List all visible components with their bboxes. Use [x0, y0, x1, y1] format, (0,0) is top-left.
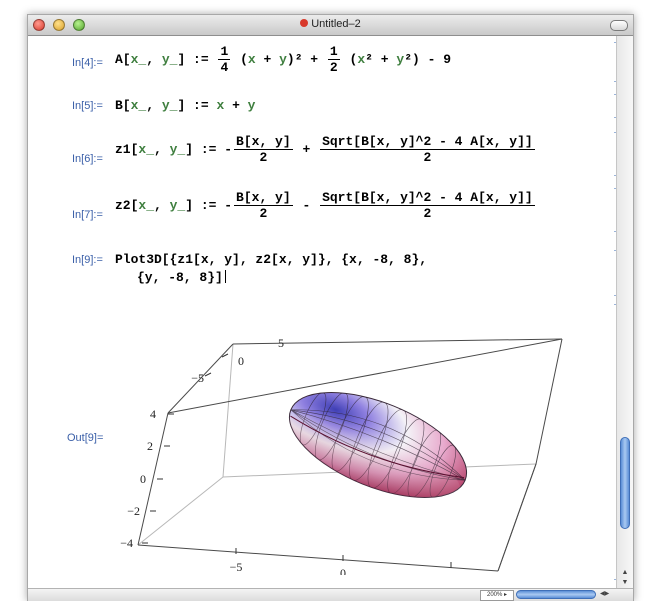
notebook-content[interactable]: In[4]:= A[x_, y_] := 14 (x + y)² + 12 (x… [28, 36, 616, 588]
plot3d-line1: Plot3D[{z1[x, y], z2[x, y]}, {x, -8, 8}, [115, 252, 428, 267]
code-token: y_ [161, 51, 178, 67]
fraction-denominator: 2 [329, 60, 338, 75]
code-token: x_ [130, 51, 147, 67]
fraction-denominator: 2 [423, 206, 432, 221]
z-tick-label: −4 [120, 536, 133, 550]
text-cursor [224, 270, 226, 283]
z-tick-label: 0 [140, 472, 146, 486]
x-tick-label: 0 [340, 566, 346, 575]
code-token: y_ [161, 98, 178, 113]
code-token: + [294, 141, 319, 157]
cell-label-in4: In[4]:= [72, 57, 103, 69]
cell-label-in9: In[9]:= [72, 254, 103, 266]
cell-label-in5: In[5]:= [72, 100, 103, 112]
z-tick-label: 2 [147, 439, 153, 453]
fraction-denominator: 2 [259, 150, 268, 165]
code-token: x_ [138, 141, 155, 157]
fraction: Sqrt[B[x, y]^2 - 4 A[x, y]] 2 [320, 190, 535, 221]
cell-label-in6: In[6]:= [72, 153, 103, 165]
y-axis-ticks [204, 353, 229, 377]
code-token: ] := [177, 51, 217, 67]
code-token: ] := [177, 98, 217, 113]
code-token: ²) - 9 [404, 51, 451, 67]
code-token: ] := - [185, 141, 233, 157]
code-token: ] := - [185, 197, 233, 213]
plot3d-graphic[interactable]: 4 2 0 −2 −4 −5 0 5 −5 0 5 [98, 303, 568, 586]
y-tick-label: 5 [278, 336, 284, 350]
code-token: + [224, 98, 248, 113]
code-token: y [279, 51, 287, 67]
vertical-scroll-thumb[interactable] [620, 437, 630, 529]
fraction: 14 [218, 44, 231, 75]
code-token: x [247, 51, 256, 67]
code-token: x_ [138, 197, 155, 213]
fraction: B[x, y] 2 [234, 190, 293, 221]
horizontal-scroll-arrows[interactable]: ◀▶ [600, 590, 614, 599]
code-token: + [255, 51, 280, 67]
code-token: - [294, 197, 319, 213]
vertical-scrollbar[interactable]: ▲ ▼ [616, 36, 633, 588]
code-token: B[ [115, 98, 131, 113]
input-cell-z1[interactable]: z1[x_, y_] := - B[x, y] 2 + Sqrt[B[x, y]^2… [115, 134, 537, 165]
code-token: , [154, 141, 170, 157]
input-cell-plot3d[interactable]: Plot3D[{z1[x, y], z2[x, y]}, {x, -8, 8},… [115, 252, 427, 285]
fraction-numerator: B[x, y] [234, 190, 293, 206]
z-tick-label: −2 [127, 504, 140, 518]
document-modified-icon [300, 19, 309, 27]
ellipsoid-surface [284, 391, 468, 502]
z-tick-label: 4 [150, 407, 156, 421]
x-tick-label: −5 [230, 560, 243, 574]
window-title: Untitled–2 [28, 18, 633, 30]
plot3d-line2-text: {y, -8, 8}] [137, 270, 223, 285]
y-tick-label: −5 [191, 371, 204, 385]
zoom-menu[interactable]: 200% ▸ [480, 590, 514, 601]
fraction-numerator: B[x, y] [234, 134, 293, 150]
code-token: )² + [286, 51, 326, 67]
input-cell-b[interactable]: B[x_, y_] := x + y [115, 98, 255, 113]
input-cell-a[interactable]: A[x_, y_] := 14 (x + y)² + 12 (x² + y²) … [115, 44, 451, 75]
code-token: y_ [169, 141, 186, 157]
code-token: ( [232, 51, 248, 67]
window-title-text: Untitled–2 [311, 18, 361, 30]
code-token: y_ [169, 197, 186, 213]
x-tick-label: 5 [449, 572, 455, 575]
fraction-numerator: 1 [218, 44, 231, 60]
fraction: 12 [327, 44, 340, 75]
z-axis-ticks [142, 413, 174, 544]
toolbar-toggle-button[interactable] [610, 20, 628, 31]
scroll-down-arrow[interactable]: ▼ [617, 578, 633, 588]
code-token: , [154, 197, 170, 213]
code-token: z1[ [115, 141, 139, 157]
code-token: ( [341, 51, 358, 67]
code-token: y [247, 98, 256, 113]
scroll-up-arrow[interactable]: ▲ [617, 568, 633, 578]
plot3d-line2: {y, -8, 8}] [137, 270, 427, 285]
notebook-window: Untitled–2 In[4]:= A[x_, y_] := 14 (x + … [27, 14, 634, 601]
fraction-numerator: 1 [327, 44, 340, 60]
code-token: x [357, 51, 366, 67]
fraction-numerator: Sqrt[B[x, y]^2 - 4 A[x, y]] [320, 190, 535, 206]
y-tick-label: 0 [238, 354, 244, 368]
code-token: ² + [365, 51, 397, 67]
plot3d-output[interactable]: 4 2 0 −2 −4 −5 0 5 −5 0 5 [98, 303, 568, 586]
code-token: , [146, 98, 162, 113]
fraction-numerator: Sqrt[B[x, y]^2 - 4 A[x, y]] [320, 134, 535, 150]
fraction: B[x, y] 2 [234, 134, 293, 165]
fraction-denominator: 4 [220, 60, 229, 75]
code-token: z2[ [115, 197, 139, 213]
horizontal-scroll-thumb[interactable] [516, 590, 596, 599]
status-bar: 200% ▸ ◀▶ [28, 588, 633, 601]
fraction: Sqrt[B[x, y]^2 - 4 A[x, y]] 2 [320, 134, 535, 165]
fraction-denominator: 2 [423, 150, 432, 165]
code-token: , [146, 51, 162, 67]
code-token: x_ [130, 98, 147, 113]
fraction-denominator: 2 [259, 206, 268, 221]
input-cell-z2[interactable]: z2[x_, y_] := - B[x, y] 2 - Sqrt[B[x, y]^2… [115, 190, 537, 221]
cell-label-in7: In[7]:= [72, 209, 103, 221]
code-token: A[ [115, 51, 131, 67]
title-bar[interactable]: Untitled–2 [28, 15, 633, 36]
